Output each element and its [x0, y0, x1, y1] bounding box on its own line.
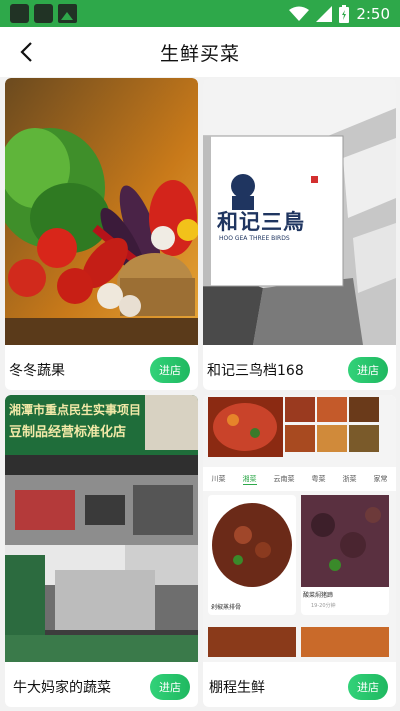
store-banner-line1: 湘潭市重点民生实事项目 [9, 403, 142, 417]
cuisine-tab: 家常 [373, 475, 388, 483]
status-bar: 2:50 [0, 0, 400, 27]
store-name: 棚程生鲜 [209, 680, 265, 696]
store-card[interactable]: 和记三鳥 HOO GEA THREE BIRDS 和记三鸟档168 进店 [203, 78, 396, 390]
image-notification-icon [58, 4, 77, 23]
signal-icon [316, 5, 333, 22]
notification-icon [34, 4, 53, 23]
store-image: 和记三鳥 HOO GEA THREE BIRDS [203, 78, 396, 345]
enter-store-button[interactable]: 进店 [150, 674, 190, 700]
store-card[interactable]: 湘潭市重点民生实事项目 豆制品经营标准化店 牛大妈家的蔬菜 进店 [5, 395, 198, 707]
back-button[interactable] [12, 38, 40, 66]
enter-store-button[interactable]: 进店 [150, 357, 190, 383]
battery-icon [339, 4, 350, 23]
wifi-icon [289, 6, 310, 21]
clock: 2:50 [356, 4, 390, 23]
cuisine-tab: 云南菜 [273, 475, 295, 483]
store-name: 冬冬蔬果 [9, 363, 65, 379]
store-image [5, 78, 198, 345]
store-logo-text: 和记三鳥 [217, 210, 305, 234]
cuisine-tab: 川菜 [211, 475, 226, 483]
store-name: 牛大妈家的蔬菜 [13, 680, 111, 696]
store-image: 湘潭市重点民生实事项目 豆制品经营标准化店 [5, 395, 198, 662]
store-name: 和记三鸟档168 [207, 363, 304, 379]
store-card[interactable]: 川菜 湘菜 云南菜 粤菜 浙菜 家常 剁椒蒸排骨 酸菜焖猪蹄 19-20分钟 棚… [203, 395, 396, 707]
page-title: 生鲜买菜 [159, 42, 240, 65]
dish-name: 剁椒蒸排骨 [211, 604, 242, 611]
back-arrow-icon [20, 42, 32, 62]
cuisine-tab-active: 湘菜 [242, 474, 257, 485]
store-banner-line2: 豆制品经营标准化店 [9, 425, 127, 440]
notification-icon [10, 4, 29, 23]
store-logo-subtitle: HOO GEA THREE BIRDS [219, 235, 290, 242]
cuisine-tabs: 川菜 湘菜 云南菜 粤菜 浙菜 家常 [203, 469, 396, 489]
enter-store-button[interactable]: 进店 [348, 674, 388, 700]
store-image: 川菜 湘菜 云南菜 粤菜 浙菜 家常 剁椒蒸排骨 酸菜焖猪蹄 19-20分钟 [203, 395, 396, 662]
store-grid: 冬冬蔬果 进店 和记三鳥 HOO GEA THREE BIRDS 和记三鸟档16… [0, 77, 400, 711]
dish-name: 酸菜焖猪蹄 [303, 592, 334, 599]
app-header: 生鲜买菜 [0, 27, 400, 77]
cuisine-tab: 浙菜 [342, 475, 357, 483]
store-card[interactable]: 冬冬蔬果 进店 [5, 78, 198, 390]
enter-store-button[interactable]: 进店 [348, 357, 388, 383]
dish-time: 19-20分钟 [311, 603, 336, 609]
cuisine-tab: 粤菜 [311, 475, 326, 483]
